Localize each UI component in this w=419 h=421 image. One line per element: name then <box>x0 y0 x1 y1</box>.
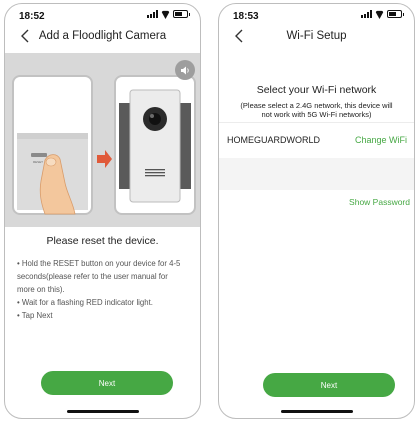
reset-illustration: RESET <box>5 53 200 227</box>
home-indicator <box>281 410 353 413</box>
status-bar: 18:53 <box>219 4 414 24</box>
phone-screen-wifi-setup: 18:53 Wi-Fi Setup Select your Wi-Fi netw… <box>218 3 415 419</box>
phone-screen-reset-device: 18:52 Add a Floodlight Camera RESET Plea… <box>4 3 201 419</box>
instruction-line: • Wait for a flashing RED indicator ligh… <box>17 298 153 307</box>
instruction-line: • Hold the RESET button on your device f… <box>17 259 181 268</box>
reset-instructions: • Hold the RESET button on your device f… <box>17 257 192 322</box>
next-button[interactable]: Next <box>263 373 395 397</box>
status-icons <box>147 10 190 18</box>
battery-icon <box>387 10 404 18</box>
instruction-line: more on this). <box>17 285 65 294</box>
reset-heading: Please reset the device. <box>46 235 159 247</box>
change-wifi-link[interactable]: Change WiFi <box>355 135 407 145</box>
battery-icon <box>173 10 190 18</box>
wifi-heading: Select your Wi-Fi network <box>256 84 377 96</box>
svg-text:RESET: RESET <box>33 160 43 164</box>
wifi-band-note: (Please select a 2.4G network, this devi… <box>219 101 414 119</box>
speaker-icon <box>180 66 189 74</box>
network-name: HOMEGUARDWORLD <box>227 135 321 145</box>
password-row <box>219 158 414 190</box>
instruction-line: • Tap Next <box>17 311 53 320</box>
status-bar: 18:52 <box>5 4 200 24</box>
show-password-toggle[interactable]: Show Password <box>349 197 410 207</box>
reset-button-graphic: RESET <box>12 75 196 215</box>
cellular-signal-icon <box>147 10 158 18</box>
page-title: Add a Floodlight Camera <box>38 30 167 42</box>
nav-bar: Add a Floodlight Camera <box>5 26 200 48</box>
page-title: Wi-Fi Setup <box>286 30 347 42</box>
status-time: 18:53 <box>233 11 259 22</box>
next-button[interactable]: Next <box>41 371 173 395</box>
wifi-note-line: not work with 5G Wi-Fi networks) <box>261 110 372 119</box>
network-row: HOMEGUARDWORLD Change WiFi <box>219 122 414 159</box>
password-field[interactable] <box>219 158 414 190</box>
status-icons <box>361 10 404 18</box>
status-time: 18:52 <box>19 11 45 22</box>
nav-bar: Wi-Fi Setup <box>219 26 414 48</box>
wifi-icon <box>375 10 384 18</box>
wifi-icon <box>161 10 170 18</box>
speaker-toggle-button[interactable] <box>175 60 195 80</box>
instruction-line: seconds(please refer to the user manual … <box>17 272 168 281</box>
home-indicator <box>67 410 139 413</box>
cellular-signal-icon <box>361 10 372 18</box>
wifi-note-line: (Please select a 2.4G network, this devi… <box>240 101 393 110</box>
